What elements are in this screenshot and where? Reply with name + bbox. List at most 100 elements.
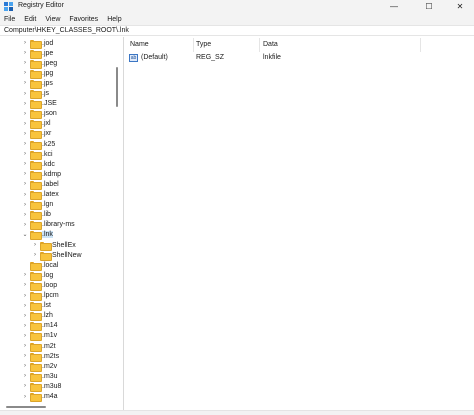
address-path[interactable]: Computer\HKEY_CLASSES_ROOT\.lnk (4, 27, 129, 34)
chevron-right-icon[interactable]: › (22, 291, 28, 301)
tree-item[interactable]: › .m2ts (22, 351, 59, 362)
chevron-right-icon[interactable]: › (22, 301, 28, 311)
tree-item[interactable]: › .loop (22, 280, 57, 291)
tree-item[interactable]: › .jod (22, 38, 53, 49)
chevron-right-icon[interactable]: › (22, 280, 28, 290)
tree-item[interactable]: .local (22, 260, 58, 271)
tree-item[interactable]: › .kdc (22, 159, 55, 170)
chevron-right-icon[interactable]: › (22, 331, 28, 341)
tree-item[interactable]: › .m1v (22, 331, 57, 342)
chevron-right-icon[interactable]: › (22, 270, 28, 280)
tree-item[interactable]: › .m14 (22, 321, 58, 332)
chevron-right-icon[interactable]: › (22, 119, 28, 129)
column-header-type[interactable]: Type (196, 41, 211, 51)
chevron-right-icon[interactable]: › (22, 58, 28, 68)
tree-item[interactable]: › .jxl (22, 119, 51, 130)
status-bar (0, 410, 474, 415)
chevron-right-icon[interactable]: › (22, 109, 28, 119)
chevron-right-icon[interactable]: › (22, 38, 28, 48)
tree-item-label: .jps (42, 79, 53, 87)
tree-item-label: .m14 (42, 322, 58, 330)
chevron-right-icon[interactable]: › (32, 240, 38, 250)
tree-item[interactable]: › .library-ms (22, 220, 75, 231)
tree-item[interactable]: › .jps (22, 78, 53, 89)
chevron-right-icon[interactable]: › (32, 250, 38, 260)
tree-item[interactable]: › .jpe (22, 48, 53, 59)
maximize-button[interactable]: ☐ (415, 0, 443, 13)
address-bar[interactable]: Computer\HKEY_CLASSES_ROOT\.lnk (0, 25, 474, 36)
tree-item[interactable]: › .jpg (22, 68, 53, 79)
tree-item[interactable]: › .lpcm (22, 291, 59, 301)
chevron-right-icon[interactable]: › (22, 210, 28, 220)
tree-item[interactable]: › .lst (22, 301, 51, 312)
minimize-button[interactable]: — (380, 0, 408, 13)
chevron-down-icon[interactable]: ⌄ (22, 230, 28, 240)
tree-item[interactable]: › .m2t (22, 341, 56, 352)
chevron-right-icon[interactable]: › (22, 361, 28, 371)
tree-item[interactable]: › .js (22, 89, 49, 99)
chevron-right-icon[interactable]: › (22, 78, 28, 88)
menu-favorites[interactable]: Favorites (69, 16, 98, 23)
tree-horizontal-scrollbar[interactable] (0, 403, 113, 410)
column-header-data[interactable]: Data (263, 41, 278, 51)
chevron-right-icon[interactable]: › (22, 89, 28, 99)
chevron-right-icon[interactable]: › (22, 68, 28, 78)
tree-item[interactable]: › .latex (22, 190, 59, 200)
tree-item[interactable]: › .kdmp (22, 169, 61, 180)
tree-vertical-scrollbar[interactable] (113, 37, 121, 410)
tree-item[interactable]: › ShellNew (32, 250, 82, 261)
tree-horizontal-scroll-thumb[interactable] (6, 406, 46, 408)
tree-item-label: .kci (42, 150, 53, 158)
chevron-right-icon[interactable]: › (22, 321, 28, 331)
column-header-name[interactable]: Name (130, 41, 149, 51)
chevron-right-icon[interactable]: › (22, 139, 28, 149)
tree-item[interactable]: › .json (22, 109, 57, 120)
tree-item[interactable]: › .jpeg (22, 58, 57, 69)
menu-help[interactable]: Help (107, 16, 121, 23)
tree-vertical-scroll-thumb[interactable] (116, 67, 118, 107)
chevron-right-icon[interactable]: › (22, 351, 28, 361)
tree-item[interactable]: ⌄ .lnk (22, 230, 53, 241)
tree-item[interactable]: › .log (22, 270, 53, 281)
chevron-right-icon[interactable]: › (22, 169, 28, 179)
chevron-right-icon[interactable]: › (22, 48, 28, 58)
chevron-right-icon[interactable]: › (22, 200, 28, 210)
tree-item[interactable]: › .m3u8 (22, 381, 61, 392)
tree-item[interactable]: › .m4a (22, 392, 58, 402)
tree-item[interactable]: › ShellEx (32, 240, 76, 251)
menu-edit[interactable]: Edit (24, 16, 36, 23)
chevron-right-icon[interactable]: › (22, 99, 28, 109)
tree-item[interactable]: › .lib (22, 210, 51, 221)
tree-item[interactable]: › .m3u (22, 371, 58, 382)
tree-item[interactable]: › .m2v (22, 361, 57, 372)
tree-item[interactable]: › .k25 (22, 139, 55, 150)
tree-item[interactable]: › .lgn (22, 200, 53, 211)
tree-item[interactable]: › .kci (22, 149, 53, 160)
menu-view[interactable]: View (45, 16, 60, 23)
tree-item[interactable]: › .lzh (22, 311, 53, 322)
tree-item[interactable]: › .jxr (22, 129, 51, 140)
chevron-right-icon[interactable]: › (22, 190, 28, 200)
value-row-default[interactable]: ab (Default) REG_SZ lnkfile (128, 53, 468, 64)
chevron-right-icon[interactable]: › (22, 371, 28, 381)
folder-icon (30, 342, 42, 352)
menu-file[interactable]: File (4, 16, 15, 23)
column-divider[interactable] (420, 38, 421, 52)
chevron-right-icon[interactable]: › (22, 381, 28, 391)
chevron-right-icon[interactable]: › (22, 179, 28, 189)
close-button[interactable]: ✕ (446, 0, 474, 13)
chevron-right-icon[interactable]: › (22, 220, 28, 230)
folder-icon (30, 231, 42, 241)
values-list[interactable]: Name Type Data ab (Default) REG_SZ lnkfi… (123, 37, 474, 410)
column-divider[interactable] (259, 38, 260, 52)
tree-item[interactable]: › .label (22, 179, 59, 190)
chevron-right-icon[interactable]: › (22, 341, 28, 351)
chevron-right-icon[interactable]: › (22, 159, 28, 169)
tree-item[interactable]: › .JSE (22, 99, 57, 110)
chevron-right-icon[interactable]: › (22, 392, 28, 402)
column-divider[interactable] (193, 38, 194, 52)
chevron-right-icon[interactable]: › (22, 149, 28, 159)
key-tree[interactable]: › .jod › .jpe › .jpeg › .jpg › .jps › .js › .JSE › .jso… (0, 37, 121, 410)
chevron-right-icon[interactable]: › (22, 311, 28, 321)
chevron-right-icon[interactable]: › (22, 129, 28, 139)
